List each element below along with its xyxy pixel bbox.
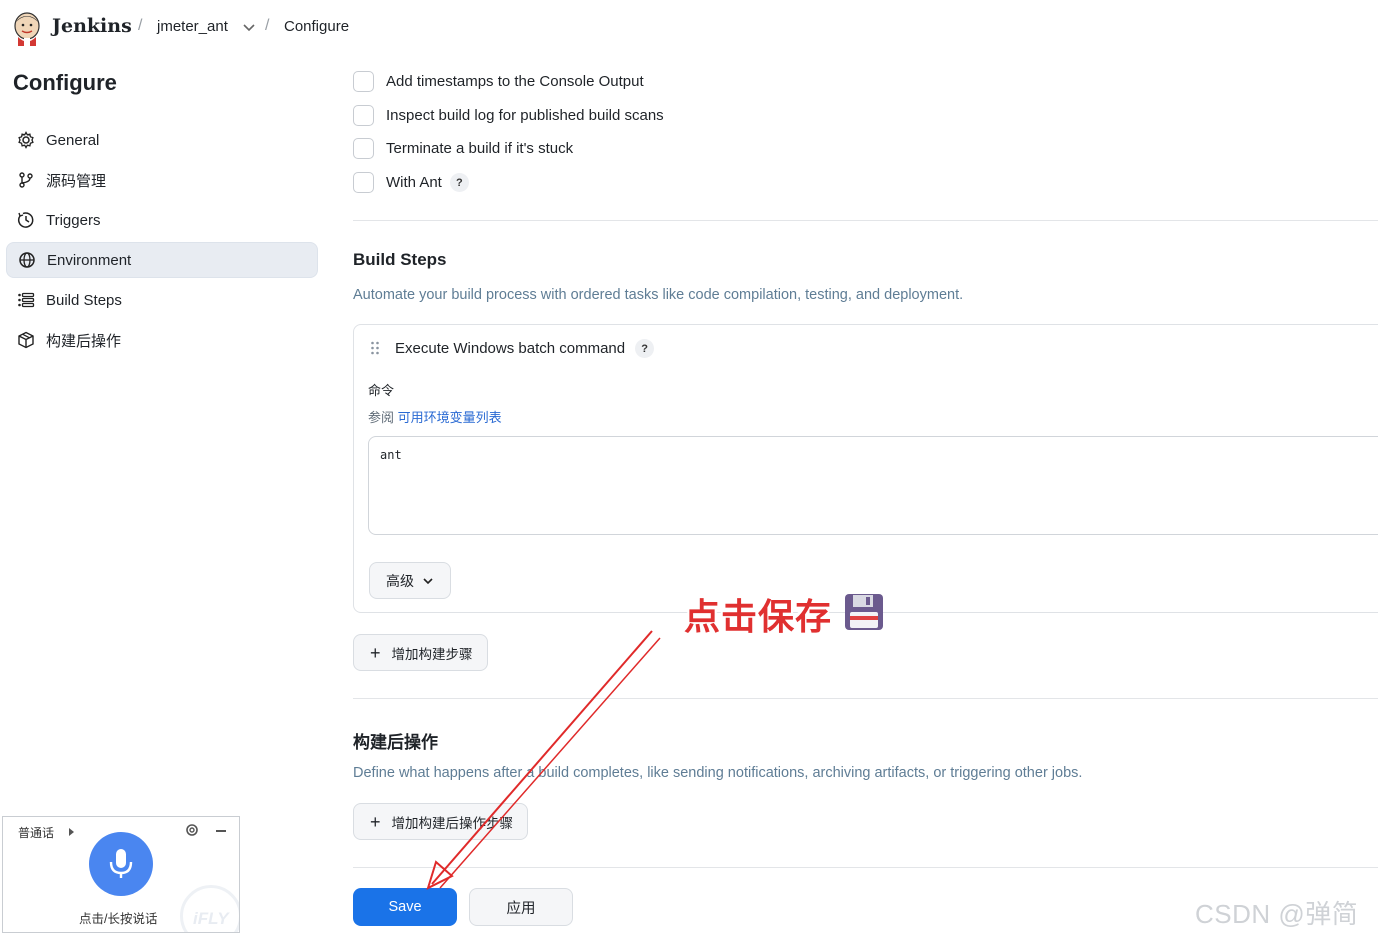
sidebar-item-label: 源码管理 bbox=[46, 172, 107, 190]
voice-language[interactable]: 普通话 bbox=[18, 824, 54, 841]
sidebar-item-triggers[interactable]: Triggers bbox=[6, 202, 318, 238]
option-label: Terminate a build if it's stuck bbox=[386, 140, 574, 157]
sidebar-item-label: General bbox=[46, 131, 100, 149]
sidebar-item-label: 构建后操作 bbox=[46, 332, 122, 350]
sidebar-item-label: Build Steps bbox=[46, 291, 122, 309]
floppy-disk-icon bbox=[845, 594, 883, 630]
option-terminate-stuck[interactable]: Terminate a build if it's stuck bbox=[353, 138, 573, 159]
sidebar-item-environment[interactable]: Environment bbox=[6, 242, 318, 278]
chevron-down-icon bbox=[423, 577, 433, 584]
add-build-step-label: 增加构建步骤 bbox=[391, 646, 473, 662]
drag-handle-icon[interactable] bbox=[370, 340, 380, 356]
caret-right-icon[interactable] bbox=[69, 828, 74, 836]
option-label: Add timestamps to the Console Output bbox=[386, 73, 644, 90]
brand-name[interactable]: Jenkins bbox=[52, 15, 132, 37]
option-label: Inspect build log for published build sc… bbox=[386, 107, 664, 124]
chevron-down-icon[interactable] bbox=[242, 20, 256, 34]
with-ant-checkbox[interactable] bbox=[353, 172, 374, 193]
option-with-ant[interactable]: With Ant ? bbox=[353, 172, 469, 193]
breadcrumb-job[interactable]: jmeter_ant bbox=[157, 18, 228, 35]
jenkins-logo-icon[interactable] bbox=[12, 10, 42, 46]
option-timestamps[interactable]: Add timestamps to the Console Output bbox=[353, 71, 644, 92]
cube-icon bbox=[16, 330, 36, 350]
minimize-icon[interactable] bbox=[216, 830, 226, 832]
sidebar-item-label: Triggers bbox=[46, 211, 101, 229]
microphone-button[interactable] bbox=[89, 832, 153, 896]
see-also-text: 参阅 可用环境变量列表 bbox=[368, 407, 502, 426]
section-divider bbox=[353, 220, 1378, 221]
page-title: Configure bbox=[13, 70, 117, 95]
sidebar-item-build-steps[interactable]: Build Steps bbox=[6, 282, 318, 318]
sidebar-item-label: Environment bbox=[47, 251, 132, 269]
post-build-description: Define what happens after a build comple… bbox=[353, 765, 1083, 781]
voice-input-widget: 普通话 iFLY 点击/长按说话 bbox=[2, 816, 240, 933]
save-button[interactable]: Save bbox=[353, 888, 457, 926]
ifly-watermark: iFLY bbox=[193, 909, 229, 928]
list-icon bbox=[16, 290, 36, 310]
advanced-label: 高级 bbox=[386, 572, 414, 589]
timestamps-checkbox[interactable] bbox=[353, 71, 374, 92]
microphone-icon bbox=[109, 849, 133, 878]
settings-icon[interactable] bbox=[185, 823, 199, 837]
env-vars-link[interactable]: 可用环境变量列表 bbox=[398, 410, 502, 425]
build-steps-description: Automate your build process with ordered… bbox=[353, 287, 964, 303]
advanced-button[interactable]: 高级 bbox=[369, 562, 451, 599]
breadcrumb-configure[interactable]: Configure bbox=[284, 18, 349, 35]
add-post-build-step-button[interactable]: + 增加构建后操作步骤 bbox=[353, 803, 529, 840]
build-step-card: Execute Windows batch command ? 命令 参阅 可用… bbox=[353, 324, 1378, 613]
breadcrumb-separator: / bbox=[265, 17, 270, 34]
voice-hint: 点击/长按说话 bbox=[79, 912, 158, 926]
globe-icon bbox=[17, 250, 37, 270]
plus-icon: + bbox=[370, 811, 381, 832]
sidebar-item-source[interactable]: 源码管理 bbox=[6, 162, 318, 198]
annotation-text: 点击保存 bbox=[684, 596, 833, 637]
add-post-build-label: 增加构建后操作步骤 bbox=[391, 815, 514, 831]
gear-icon bbox=[16, 130, 36, 150]
help-icon[interactable]: ? bbox=[635, 339, 655, 358]
apply-button[interactable]: 应用 bbox=[469, 888, 573, 926]
terminate-stuck-checkbox[interactable] bbox=[353, 138, 374, 159]
add-build-step-button[interactable]: + 增加构建步骤 bbox=[353, 634, 488, 671]
post-build-title: 构建后操作 bbox=[353, 733, 438, 752]
command-label: 命令 bbox=[368, 383, 395, 398]
section-divider bbox=[353, 698, 1378, 699]
option-label: With Ant bbox=[386, 174, 442, 191]
breadcrumb-separator: / bbox=[138, 17, 143, 34]
top-bar: Jenkins / jmeter_ant / Configure bbox=[0, 0, 1378, 56]
section-divider bbox=[353, 867, 1378, 868]
option-inspect-build-log[interactable]: Inspect build log for published build sc… bbox=[353, 105, 664, 126]
step-title: Execute Windows batch command ? bbox=[395, 339, 655, 358]
command-textarea[interactable]: ant bbox=[368, 436, 1378, 535]
build-steps-title: Build Steps bbox=[353, 250, 447, 269]
step-title-text: Execute Windows batch command bbox=[395, 340, 626, 357]
inspect-log-checkbox[interactable] bbox=[353, 105, 374, 126]
branch-icon bbox=[16, 170, 36, 190]
help-icon[interactable]: ? bbox=[449, 173, 469, 192]
sidebar-item-general[interactable]: General bbox=[6, 122, 318, 158]
sidebar-item-post-build[interactable]: 构建后操作 bbox=[6, 322, 318, 358]
clock-icon bbox=[16, 210, 36, 230]
plus-icon: + bbox=[370, 642, 381, 663]
see-also-prefix: 参阅 bbox=[368, 410, 395, 425]
csdn-watermark: CSDN @弹简特 bbox=[1195, 899, 1359, 929]
